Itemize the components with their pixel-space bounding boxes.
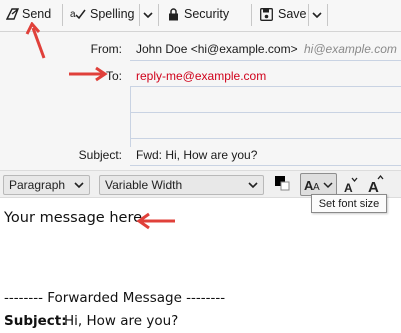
tooltip-text: Set font size [318, 197, 380, 210]
increase-font-size-button[interactable]: A [366, 173, 388, 196]
svg-text:a: a [70, 9, 76, 20]
toolbar-separator [62, 4, 63, 26]
field-divider [130, 86, 401, 87]
font-size-button[interactable]: AA [300, 173, 337, 196]
message-text: Your message here. [4, 210, 147, 226]
message-body-editor[interactable]: Your message here. -------- Forwarded Me… [0, 199, 401, 333]
toolbar-separator [308, 4, 309, 26]
paragraph-format-value: Paragraph [9, 178, 66, 192]
toolbar-separator [139, 4, 140, 26]
save-icon [260, 7, 273, 21]
spelling-label: Spelling [90, 7, 135, 21]
field-divider [130, 87, 131, 147]
chevron-down-icon [143, 7, 153, 21]
save-button[interactable]: Save [260, 0, 307, 28]
spelling-dropdown[interactable] [141, 0, 155, 28]
subject-label: Subject: [78, 148, 122, 162]
decrease-font-size-button[interactable]: A [341, 175, 361, 195]
compose-toolbar: Send a Spelling Security Save [0, 0, 401, 32]
field-divider [130, 60, 401, 61]
text-color-button[interactable] [274, 175, 290, 193]
annotation-arrow-send [25, 22, 46, 59]
svg-text:A: A [368, 179, 379, 195]
annotation-arrow-body [136, 212, 175, 230]
forwarded-subject-value: Hi, How are you? [64, 313, 179, 329]
send-icon [6, 8, 19, 20]
font-family-value: Variable Width [105, 178, 183, 192]
field-divider [130, 138, 401, 139]
field-divider [130, 112, 401, 113]
lock-icon [168, 7, 179, 21]
from-label: From: [90, 42, 122, 56]
annotation-arrow-to [69, 66, 108, 82]
field-divider [130, 165, 401, 166]
svg-text:A: A [344, 181, 353, 195]
send-label: Send [22, 7, 52, 21]
forwarded-subject-label: Subject: [4, 313, 67, 329]
security-button[interactable]: Security [168, 0, 229, 28]
paragraph-format-select[interactable]: Paragraph [3, 175, 90, 195]
chevron-down-icon [312, 7, 322, 21]
to-field[interactable]: reply-me@example.com [136, 69, 266, 83]
security-label: Security [184, 7, 230, 21]
toolbar-separator [327, 4, 328, 26]
spelling-button[interactable]: a Spelling [70, 0, 134, 28]
forwarded-message-header: -------- Forwarded Message -------- [4, 290, 226, 306]
chevron-down-icon [74, 179, 84, 193]
chevron-down-icon [248, 179, 258, 193]
font-family-select[interactable]: Variable Width [99, 175, 264, 195]
from-hint: hi@example.com [304, 42, 397, 56]
from-select[interactable]: John Doe <hi@example.com> [136, 42, 298, 56]
svg-text:A: A [313, 182, 320, 193]
color-swatch-icon [274, 176, 290, 196]
font-size-tooltip: Set font size [311, 194, 387, 213]
save-label: Save [278, 7, 307, 21]
message-header: From: John Doe <hi@example.com> hi@examp… [0, 32, 401, 170]
toolbar-separator [251, 4, 252, 26]
subject-field[interactable]: Fwd: Hi, How are you? [136, 148, 257, 162]
save-dropdown[interactable] [310, 0, 324, 28]
toolbar-separator [158, 4, 159, 26]
spelling-icon: a [70, 8, 86, 20]
